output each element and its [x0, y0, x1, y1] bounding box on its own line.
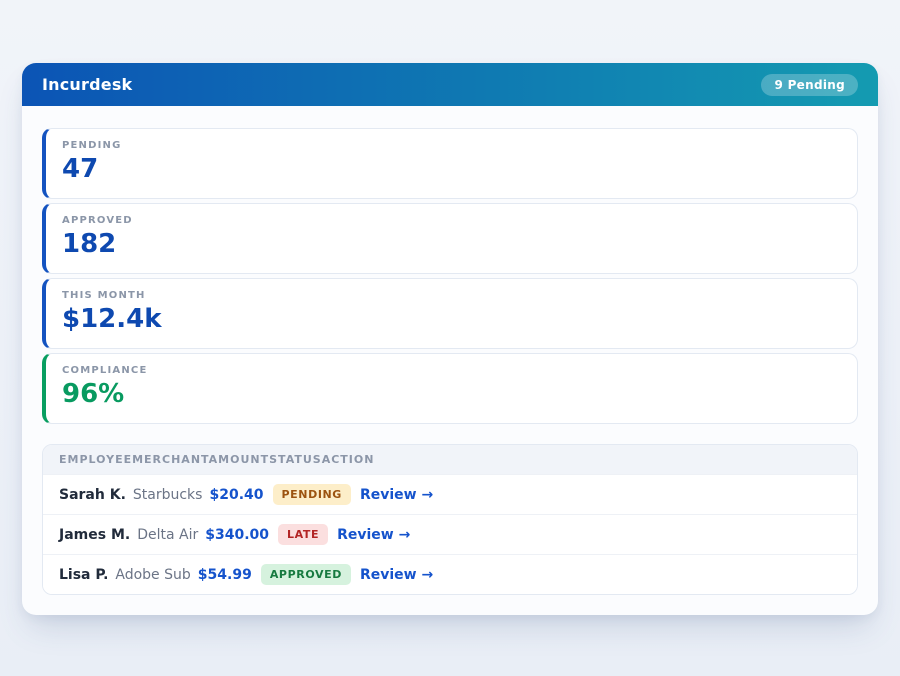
app-content: PENDING 47 APPROVED 182 THIS MONTH $12.4…	[22, 106, 878, 615]
employee-name: Sarah K.	[59, 487, 126, 503]
status-badge: APPROVED	[261, 564, 351, 585]
status-badge: LATE	[278, 524, 328, 545]
column-header-action: ACTION	[322, 453, 375, 466]
expense-amount: $20.40	[209, 487, 263, 503]
table-row: Sarah K. Starbucks $20.40 PENDING Review…	[43, 474, 857, 514]
stat-card-pending: PENDING 47	[42, 128, 858, 199]
table-row: Lisa P. Adobe Sub $54.99 APPROVED Review…	[43, 554, 857, 594]
review-link[interactable]: Review →	[360, 487, 433, 503]
app-title: Incurdesk	[42, 75, 132, 94]
pending-count-badge: 9 Pending	[761, 74, 858, 96]
stat-card-compliance: COMPLIANCE 96%	[42, 353, 858, 424]
app-header: Incurdesk 9 Pending	[22, 63, 878, 106]
column-header-employee: EMPLOYEE	[59, 453, 132, 466]
review-link[interactable]: Review →	[360, 567, 433, 583]
incurdesk-app-card: Incurdesk 9 Pending PENDING 47 APPROVED …	[22, 63, 878, 615]
employee-name: Lisa P.	[59, 567, 108, 583]
stat-card-approved: APPROVED 182	[42, 203, 858, 274]
merchant-name: Adobe Sub	[115, 567, 190, 583]
stat-value: $12.4k	[62, 305, 841, 334]
merchant-name: Delta Air	[137, 527, 198, 543]
stat-label: COMPLIANCE	[62, 365, 841, 376]
employee-name: James M.	[59, 527, 130, 543]
stat-value: 96%	[62, 380, 841, 409]
column-header-merchant: MERCHANT	[132, 453, 209, 466]
merchant-name: Starbucks	[133, 487, 203, 503]
stat-card-this-month: THIS MONTH $12.4k	[42, 278, 858, 349]
status-badge: PENDING	[273, 484, 351, 505]
table-row: James M. Delta Air $340.00 LATE Review →	[43, 514, 857, 554]
column-header-status: STATUS	[269, 453, 322, 466]
expense-table: EMPLOYEEMERCHANTAMOUNTSTATUSACTION Sarah…	[42, 444, 858, 595]
stat-value: 47	[62, 155, 841, 184]
column-header-amount: AMOUNT	[209, 453, 269, 466]
stat-label: APPROVED	[62, 215, 841, 226]
expense-amount: $54.99	[198, 567, 252, 583]
stat-value: 182	[62, 230, 841, 259]
expense-amount: $340.00	[205, 527, 269, 543]
table-header-row: EMPLOYEEMERCHANTAMOUNTSTATUSACTION	[43, 445, 857, 474]
review-link[interactable]: Review →	[337, 527, 410, 543]
stat-label: THIS MONTH	[62, 290, 841, 301]
stat-label: PENDING	[62, 140, 841, 151]
